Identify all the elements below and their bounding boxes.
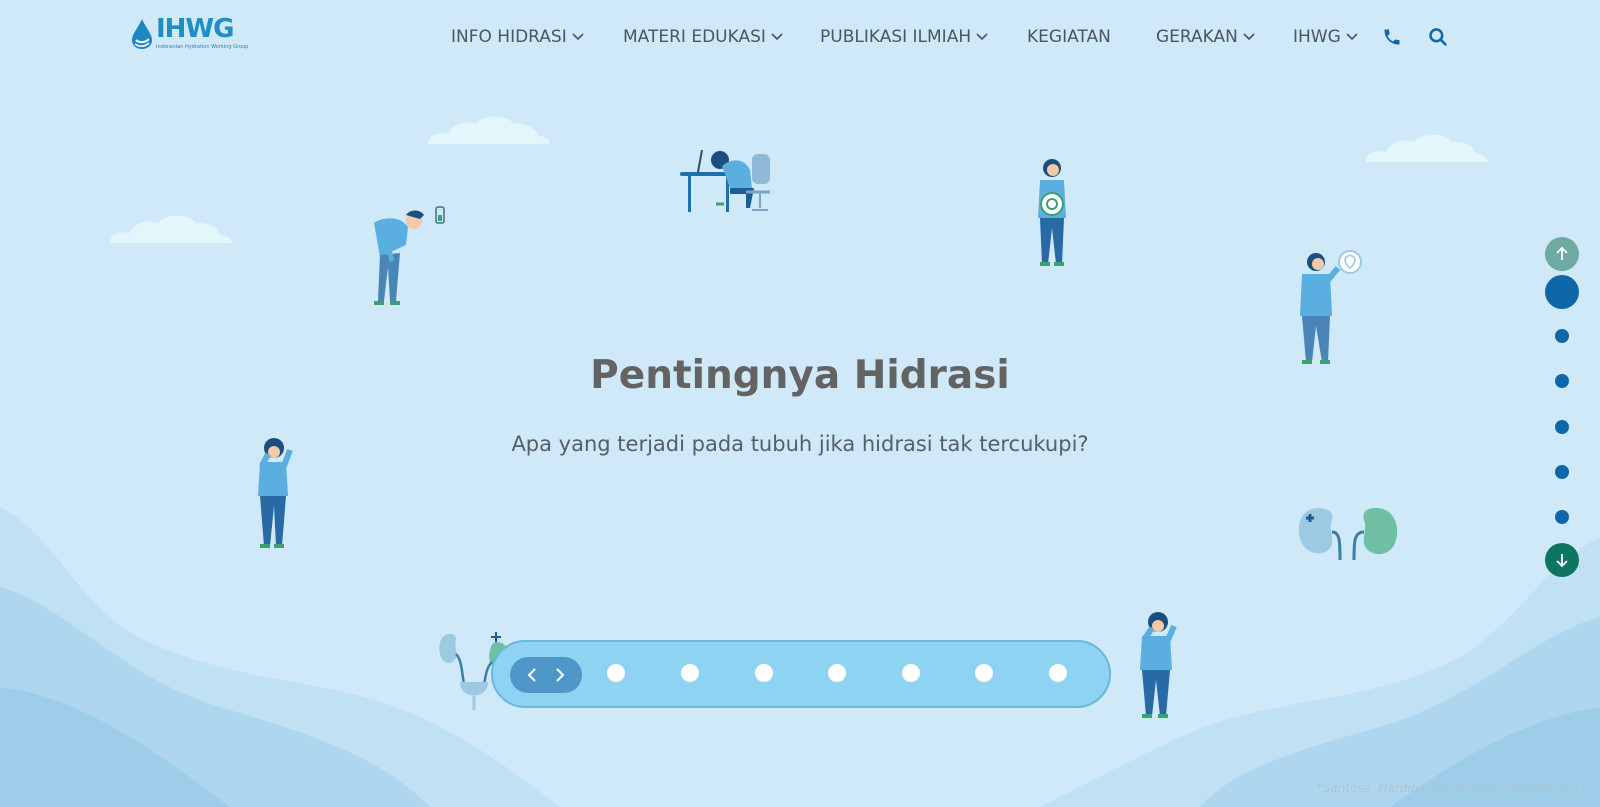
nav-item-label: KEGIATAN	[1027, 27, 1111, 47]
chevron-down-icon	[976, 33, 988, 41]
slide-pager	[491, 640, 1111, 708]
side-nav-dot[interactable]	[1555, 329, 1569, 343]
nav-item-ihwg[interactable]: IHWG	[1293, 27, 1381, 47]
slide-dot-7[interactable]	[1049, 664, 1067, 682]
chevron-down-icon	[572, 33, 584, 41]
slide-dot-1[interactable]	[607, 664, 625, 682]
next-slide-button[interactable]	[549, 664, 571, 686]
side-nav-dot[interactable]	[1555, 374, 1569, 388]
site-header: IHWG Indonesian Hydration Working Group …	[0, 0, 1600, 74]
scroll-up-button[interactable]	[1545, 237, 1579, 271]
tired-person-at-desk-illustration	[680, 149, 770, 212]
chevron-down-icon	[1243, 33, 1255, 41]
prev-slide-button[interactable]	[521, 664, 543, 686]
cloud-illustration	[110, 215, 232, 243]
side-nav-dot-active[interactable]	[1545, 275, 1579, 309]
nav-item-label: PUBLIKASI ILMIAH	[820, 27, 972, 47]
slide-dot-4[interactable]	[828, 664, 846, 682]
chevron-right-icon	[556, 668, 565, 682]
arrow-up-icon	[1556, 246, 1568, 260]
scroll-down-button[interactable]	[1545, 543, 1579, 577]
slide-dot-5[interactable]	[902, 664, 920, 682]
nav-item-publikasi-ilmiah[interactable]: PUBLIKASI ILMIAH	[820, 27, 1027, 47]
dizzy-person-bending-illustration	[374, 206, 445, 305]
logo-tagline: Indonesian Hydration Working Group	[156, 44, 249, 50]
slide-dot-2[interactable]	[681, 664, 699, 682]
person-with-earache-illustration	[1140, 612, 1177, 718]
nav-item-label: GERAKAN	[1156, 27, 1238, 47]
nav-item-label: IHWG	[1293, 27, 1341, 47]
main-nav: INFO HIDRASI MATERI EDUKASI PUBLIKASI IL…	[451, 24, 1449, 50]
chevron-down-icon	[771, 33, 783, 41]
section-side-nav	[1545, 237, 1579, 577]
ihwg-logo[interactable]: IHWG Indonesian Hydration Working Group	[130, 14, 248, 54]
citation-footnote: *Santoso, Hardinsyah, Siregar, Pardede 2…	[1316, 781, 1588, 795]
cloud-illustration	[1366, 134, 1488, 162]
logo-wordmark: IHWG	[156, 14, 234, 44]
nav-item-gerakan[interactable]: GERAKAN	[1156, 27, 1293, 47]
chevron-left-icon	[527, 668, 536, 682]
side-nav-dot[interactable]	[1555, 465, 1569, 479]
nav-item-info-hidrasi[interactable]: INFO HIDRASI	[451, 27, 623, 47]
nav-item-label: MATERI EDUKASI	[623, 27, 766, 47]
nav-item-kegiatan[interactable]: KEGIATAN	[1027, 27, 1156, 47]
nav-item-label: INFO HIDRASI	[451, 27, 567, 47]
hero-title: Pentingnya Hidrasi	[590, 353, 1010, 398]
side-nav-dot[interactable]	[1555, 420, 1569, 434]
hero-subtitle: Apa yang terjadi pada tubuh jika hidrasi…	[511, 432, 1089, 456]
water-drop-logo-icon	[132, 19, 152, 49]
side-nav-dot[interactable]	[1555, 510, 1569, 524]
search-icon[interactable]	[1427, 26, 1449, 48]
nav-item-materi-edukasi[interactable]: MATERI EDUKASI	[623, 27, 820, 47]
phone-icon[interactable]	[1381, 26, 1403, 48]
arrow-down-icon	[1556, 554, 1568, 568]
slide-dot-3[interactable]	[755, 664, 773, 682]
chevron-down-icon	[1346, 33, 1358, 41]
kidney-organ-illustration	[1298, 508, 1398, 560]
cloud-illustration	[428, 116, 550, 144]
person-with-stomach-icon-illustration	[1038, 159, 1066, 266]
slide-dot-6[interactable]	[975, 664, 993, 682]
slide-arrows	[510, 657, 582, 693]
